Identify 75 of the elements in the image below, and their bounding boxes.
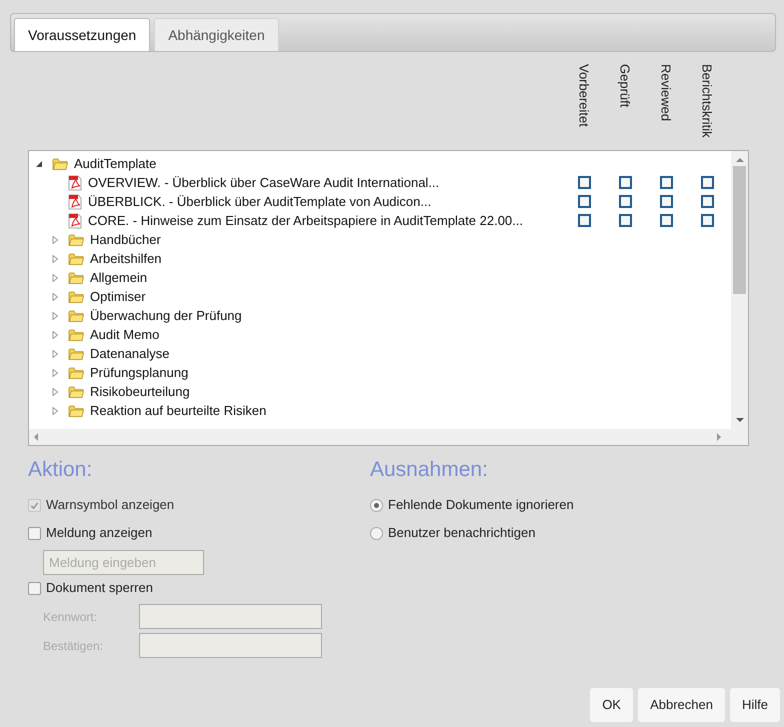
status-checkbox[interactable]: [619, 214, 632, 227]
password-field[interactable]: [139, 633, 322, 658]
password-field[interactable]: [139, 604, 322, 629]
tree-item-label[interactable]: Reaktion auf beurteilte Risiken: [90, 400, 266, 420]
folder-icon: [68, 384, 84, 398]
column-header: Berichtskritik: [698, 64, 716, 138]
status-checkbox[interactable]: [660, 214, 673, 227]
folder-icon: [68, 290, 84, 304]
tree-item-label[interactable]: CORE. - Hinweise zum Einsatz der Arbeitspapiere in AuditTemplate 22.00...: [88, 210, 523, 230]
tree-item-label[interactable]: ÜBERBLICK. - Überblick über AuditTemplate von Audicon...: [88, 192, 432, 212]
expand-toggle-icon[interactable]: [51, 292, 59, 300]
status-checkbox[interactable]: [701, 195, 714, 208]
status-checkbox[interactable]: [619, 195, 632, 208]
expand-toggle-icon[interactable]: [51, 254, 59, 262]
dialog-button[interactable]: Abbrechen: [638, 688, 725, 722]
folder-icon: [68, 308, 84, 322]
status-checkbox[interactable]: [619, 176, 632, 189]
pdf-file-icon: [68, 212, 82, 228]
status-checkbox[interactable]: [701, 214, 714, 227]
folder-icon: [68, 232, 84, 246]
folder-icon: [52, 156, 68, 170]
folder-icon: [68, 270, 84, 284]
tree-item-label[interactable]: Allgemein: [90, 268, 148, 288]
tree-item-label[interactable]: Datenanalyse: [90, 344, 170, 364]
pdf-file-icon: [68, 194, 82, 210]
tree-item-label[interactable]: AuditTemplate: [74, 154, 156, 174]
folder-icon: [68, 252, 84, 266]
tab[interactable]: Voraussetzungen: [14, 18, 150, 51]
section-title: Ausnahmen:: [370, 457, 489, 483]
expand-toggle-icon[interactable]: [35, 160, 43, 168]
status-checkbox[interactable]: [578, 195, 591, 208]
expand-toggle-icon[interactable]: [51, 406, 59, 414]
folder-icon: [68, 346, 84, 360]
dialog-button[interactable]: Hilfe: [730, 688, 780, 722]
tree-item-label[interactable]: Arbeitshilfen: [90, 248, 162, 268]
expand-toggle-icon[interactable]: [51, 350, 59, 358]
expand-toggle-icon[interactable]: [51, 236, 59, 244]
tab[interactable]: Abhängigkeiten: [154, 18, 279, 51]
vertical-scrollbar[interactable]: [731, 151, 748, 430]
tree-item-label[interactable]: Überwachung der Prüfung: [90, 306, 242, 326]
folder-icon: [68, 366, 84, 380]
checkbox[interactable]: [28, 582, 41, 594]
checkbox[interactable]: [28, 526, 41, 540]
tree-item-label[interactable]: Audit Memo: [90, 324, 160, 344]
column-header: Geprüft: [616, 64, 634, 110]
column-header: Vorbereitet: [575, 64, 592, 129]
expand-toggle-icon[interactable]: [51, 274, 59, 282]
expand-toggle-icon[interactable]: [51, 388, 59, 396]
tree-item-label[interactable]: Risikobeurteilung: [90, 382, 190, 402]
expand-toggle-icon[interactable]: [51, 312, 59, 320]
folder-icon: [68, 328, 84, 342]
radio-button[interactable]: [370, 526, 383, 540]
column-header: Reviewed: [657, 64, 674, 124]
tree-item-label[interactable]: Handbücher: [90, 230, 161, 250]
tree-item-label[interactable]: Optimiser: [90, 286, 146, 306]
section-title: Aktion:: [28, 457, 94, 483]
tree-item-label[interactable]: Prüfungsplanung: [90, 362, 188, 382]
checkbox-label: Meldung anzeigen: [46, 524, 152, 542]
status-checkbox[interactable]: [578, 176, 591, 189]
status-checkbox[interactable]: [660, 195, 673, 208]
radio-button[interactable]: [370, 498, 383, 512]
status-checkbox[interactable]: [660, 176, 673, 189]
folder-icon: [68, 404, 84, 418]
radio-label: Fehlende Dokumente ignorieren: [388, 496, 574, 514]
checkbox-label: Dokument sperren: [46, 579, 153, 598]
expand-toggle-icon[interactable]: [51, 368, 59, 376]
status-checkbox[interactable]: [701, 176, 714, 189]
expand-toggle-icon[interactable]: [51, 330, 59, 338]
checkbox-label: Warnsymbol anzeigen: [46, 496, 174, 514]
tree-item-label[interactable]: OVERVIEW. - Überblick über CaseWare Audit International...: [88, 172, 440, 192]
horizontal-scrollbar[interactable]: [29, 429, 748, 445]
dialog-button[interactable]: OK: [590, 688, 634, 722]
status-checkbox[interactable]: [578, 214, 591, 227]
pdf-file-icon: [68, 174, 82, 190]
radio-label: Benutzer benachrichtigen: [388, 524, 536, 542]
